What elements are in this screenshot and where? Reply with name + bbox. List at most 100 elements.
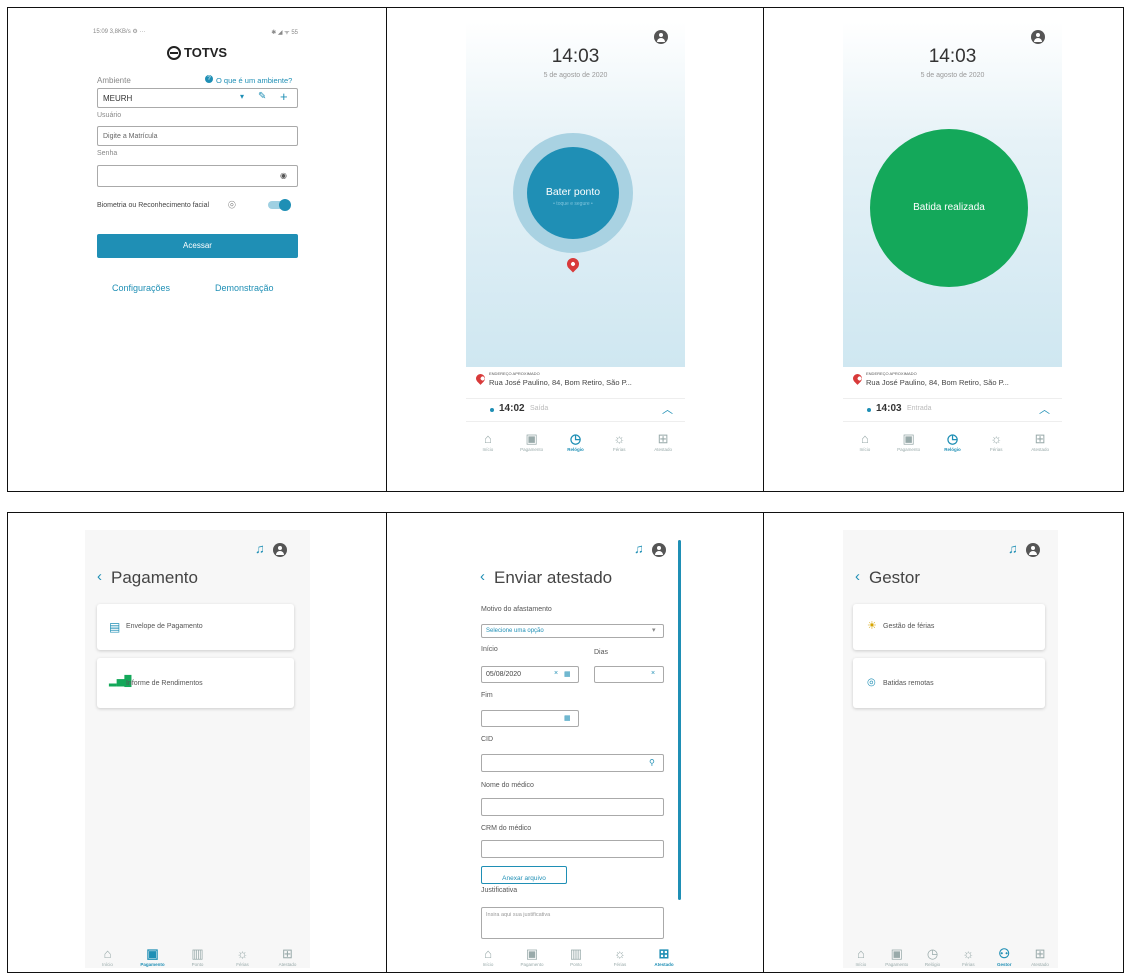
tab-gestor[interactable]: ⚇ Gestor [987,946,1021,968]
address-pin-icon [851,372,864,385]
calendar-icon[interactable]: ▦ [564,714,571,722]
tab-ferias[interactable]: ☼ Férias [599,432,639,453]
punch-success-circle: Batida realizada [870,129,1028,287]
home-icon: ⌂ [860,431,869,446]
list-item-label: Envelope de Pagamento [126,623,203,630]
dias-input[interactable]: × [594,666,664,683]
tab-ferias[interactable]: ☼ Férias [223,946,263,968]
address-caption: ENDEREÇO APROXIMADO [866,371,917,376]
tab-pagamento[interactable]: ▣ Pagamento [512,432,552,453]
back-chevron-icon[interactable]: ‹ [480,568,485,585]
scrollbar[interactable] [678,540,681,900]
justificativa-textarea[interactable]: Insira aqui sua justificativa [481,907,664,939]
eye-icon[interactable]: ◉ [280,171,287,180]
search-icon[interactable]: ⚲ [649,758,655,767]
tab-inicio[interactable]: ⌂ Início [844,947,878,968]
user-input[interactable]: Digite a Matrícula [97,126,298,146]
bell-icon[interactable]: ♫ [1008,542,1018,556]
status-dot [867,408,871,412]
avatar[interactable] [1031,30,1045,44]
tab-ponto[interactable]: ▥ Ponto [556,947,596,968]
tab-ferias[interactable]: ☼ Férias [951,947,985,968]
tab-bar: ⌂ Início ▣ Pagamento ▥ Ponto ☼ Férias ⊞ Atest… [85,946,310,968]
inicio-date-input[interactable]: 05/08/2020 × ▦ [481,666,579,683]
last-punch-row[interactable]: 14:02 Saída ︿ [466,398,685,422]
avatar[interactable] [654,30,668,44]
config-link[interactable]: Configurações [112,283,170,293]
biometric-toggle[interactable] [268,199,291,211]
tab-atestado[interactable]: ⊞ Atestado [1023,947,1057,968]
tab-pagamento[interactable]: ▣ Pagamento [512,947,552,968]
add-icon[interactable]: + [280,89,288,104]
tab-atestado[interactable]: ⊞ Atestado [268,947,308,968]
home-icon: ⌂ [483,431,492,446]
password-input[interactable]: ◉ [97,165,298,187]
tab-atestado[interactable]: ⊞ Atestado [644,947,684,968]
tab-atestado[interactable]: ⊞ Atestado [1020,431,1060,453]
bell-icon[interactable]: ♫ [255,542,265,556]
inicio-value: 05/08/2020 [486,671,522,678]
tab-relogio[interactable]: ◷ Relógio [555,432,595,453]
wallet-icon: ▣ [890,946,903,961]
attach-file-button[interactable]: Anexar arquivo [481,866,567,884]
edit-icon[interactable]: ✎ [258,91,266,102]
cid-input[interactable]: ⚲ [481,754,664,772]
tab-inicio[interactable]: ⌂ Início [468,431,508,453]
last-punch-row[interactable]: 14:03 Entrada ︿ [843,398,1062,422]
medical-bag-icon: ⊞ [1034,431,1046,446]
avatar[interactable] [1026,543,1040,557]
attach-file-label: Anexar arquivo [502,875,546,882]
avatar[interactable] [652,543,666,557]
list-item[interactable]: ◎ Batidas remotas [853,658,1045,708]
chevron-up-icon[interactable]: ︿ [1039,401,1050,417]
tab-bar: ⌂ Início ▣ Pagamento ▥ Ponto ☼ Férias ⊞ Atest… [466,947,686,967]
access-button[interactable]: Acessar [97,234,298,258]
medico-input[interactable] [481,798,664,816]
env-select[interactable]: MEURH ▾ ✎ + [97,88,298,108]
tab-pagamento[interactable]: ▣ Pagamento [133,947,173,968]
clear-icon[interactable]: × [651,670,655,677]
address-pin-icon [474,372,487,385]
clock-time: 14:03 [551,46,600,67]
access-button-label: Acessar [183,241,212,250]
last-punch-time: 14:02 [499,403,525,414]
document-icon: ▥ [191,946,204,961]
list-item[interactable]: ☀ Gestão de férias [853,604,1045,650]
chevron-down-icon[interactable]: ▾ [240,92,244,101]
tab-ferias[interactable]: ☼ Férias [976,432,1016,453]
punch-button[interactable]: Bater ponto • toque e segure • [527,147,619,239]
tab-ferias[interactable]: ☼ Férias [600,947,640,968]
back-chevron-icon[interactable]: ‹ [97,568,102,585]
tab-relogio[interactable]: ◷ Relógio [932,432,972,453]
env-help-link[interactable]: O que é um ambiente? [216,76,292,85]
sun-icon: ☼ [236,946,249,961]
crm-input[interactable] [481,840,664,858]
motivo-select[interactable]: Selecione uma opção ▾ [481,624,664,638]
avatar[interactable] [273,543,287,557]
toggle-knob [279,199,291,211]
demo-link[interactable]: Demonstração [215,283,274,293]
pass-label: Senha [97,150,118,157]
tab-atestado[interactable]: ⊞ Atestado [643,432,683,453]
list-item[interactable]: ▤ Envelope de Pagamento [97,604,294,650]
calendar-icon[interactable]: ▦ [564,670,571,678]
clear-icon[interactable]: × [554,670,558,677]
tab-inicio[interactable]: ⌂ Início [468,947,508,968]
tab-relogio[interactable]: ◷ Relógio [916,947,950,968]
team-icon: ⚇ [998,946,1011,961]
tab-pagamento[interactable]: ▣ Pagamento [880,946,914,968]
bell-icon[interactable]: ♫ [634,542,644,556]
chevron-up-icon[interactable]: ︿ [662,401,673,417]
tab-inicio[interactable]: ⌂ Início [845,431,885,453]
help-icon[interactable]: ? [205,75,213,83]
fim-date-input[interactable]: ▦ [481,710,579,727]
fingerprint-icon: ⌾ [228,197,236,212]
tab-pagamento[interactable]: ▣ Pagamento [889,432,929,453]
back-chevron-icon[interactable]: ‹ [855,568,860,585]
tab-ponto[interactable]: ▥ Ponto [178,946,218,968]
user-placeholder: Digite a Matrícula [103,133,158,140]
tab-inicio[interactable]: ⌂ Início [88,947,128,968]
payment-screen: ♫ ‹ Pagamento ▤ Envelope de Pagamento ▂▅… [85,530,310,968]
sun-icon: ☀ [867,620,877,632]
list-item[interactable]: ▂▅█ Informe de Rendimentos [97,658,294,708]
